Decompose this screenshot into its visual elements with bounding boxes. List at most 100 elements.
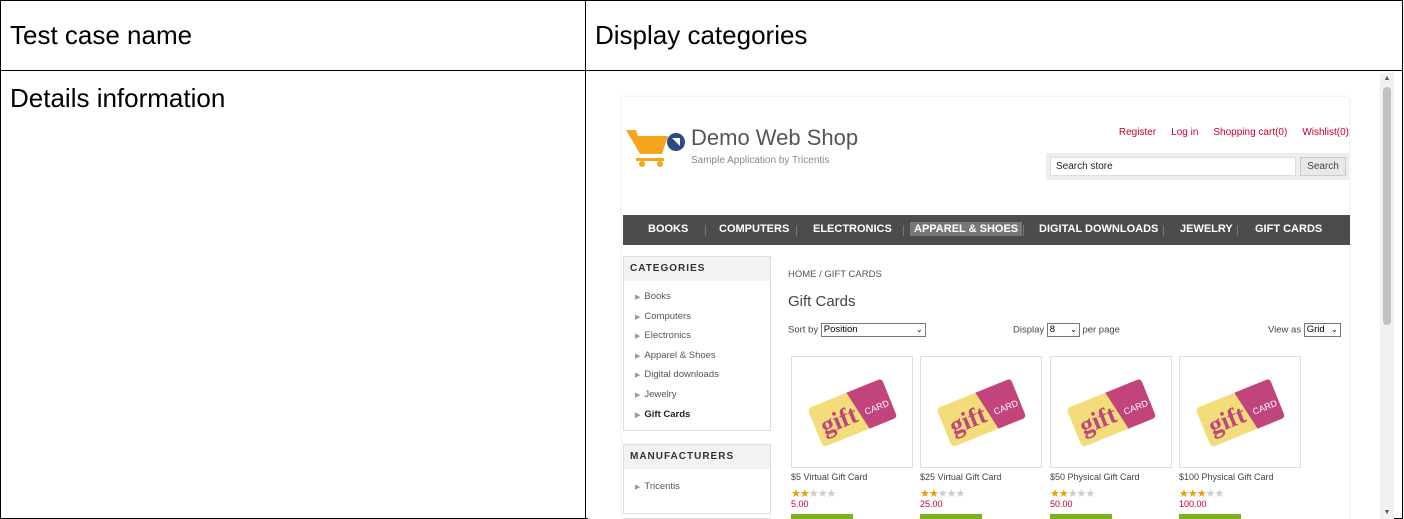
menu-item-computers[interactable]: COMPUTERS: [719, 223, 789, 235]
view-label: View as: [1268, 324, 1302, 336]
gift-card-image: gift CARD: [937, 379, 1026, 447]
product-price: 5.00: [791, 499, 809, 509]
menu-item-digital-downloads[interactable]: DIGITAL DOWNLOADS: [1039, 223, 1158, 235]
category-item-digital-downloads[interactable]: ▶ Digital downloads: [624, 365, 770, 385]
breadcrumb: HOME / GIFT CARDS: [788, 269, 882, 280]
star-icon: ★: [1076, 488, 1087, 500]
header-links: Register Log in Shopping cart(0) Wishlis…: [1119, 127, 1349, 138]
category-item-apparel-shoes[interactable]: ▶ Apparel & Shoes: [624, 346, 770, 366]
product-card[interactable]: gift CARD $100 Physical Gift Card ★★★★★ 100.…: [1179, 356, 1301, 519]
product-card[interactable]: gift CARD $50 Physical Gift Card ★★★★★ 50.00: [1050, 356, 1172, 519]
triangle-right-icon: ▶: [635, 313, 641, 321]
sort-label: Sort by: [788, 324, 819, 336]
product-name[interactable]: $100 Physical Gift Card: [1179, 472, 1301, 482]
product-name[interactable]: $5 Virtual Gift Card: [791, 472, 913, 482]
star-icon: ★: [1205, 488, 1216, 500]
product-image[interactable]: gift CARD: [920, 356, 1042, 468]
product-name[interactable]: $50 Physical Gift Card: [1050, 472, 1172, 482]
menu-separator: [1237, 225, 1238, 236]
per-page-label: per page: [1082, 324, 1120, 336]
chevron-down-icon: ⌄: [916, 325, 923, 334]
category-label: Electronics: [644, 330, 691, 342]
product-image[interactable]: gift CARD: [1179, 356, 1301, 468]
product-image[interactable]: gift CARD: [791, 356, 913, 468]
login-link[interactable]: Log in: [1171, 127, 1198, 138]
scroll-down-icon[interactable]: ▼: [1380, 507, 1394, 519]
menu-separator: [1023, 225, 1024, 236]
product-rating: ★★★★★: [920, 488, 1042, 500]
details-information-label: Details information: [10, 83, 226, 113]
manufacturers-block: MANUFACTURERS ▶ Tricentis: [623, 444, 771, 514]
star-icon: ★: [808, 488, 819, 500]
scrollbar-thumb[interactable]: [1383, 87, 1391, 325]
gift-card-image: gift CARD: [808, 379, 897, 447]
add-to-cart-button[interactable]: [1050, 514, 1112, 519]
categories-title: CATEGORIES: [624, 257, 770, 281]
shop-subtitle: Sample Application by Tricentis: [691, 155, 830, 166]
menu-item-electronics[interactable]: ELECTRONICS: [813, 223, 892, 235]
product-rating: ★★★★★: [1050, 488, 1172, 500]
shop-title[interactable]: Demo Web Shop: [691, 125, 858, 151]
page-title: Gift Cards: [788, 293, 856, 310]
category-label: Gift Cards: [644, 408, 691, 420]
star-icon: ★: [1214, 488, 1225, 500]
menu-item-gift-cards[interactable]: GIFT CARDS: [1255, 223, 1322, 235]
triangle-right-icon: ▶: [635, 372, 641, 380]
shopping-cart-link[interactable]: Shopping cart(0): [1213, 127, 1287, 138]
triangle-right-icon: ▶: [635, 333, 641, 341]
breadcrumb-separator: /: [819, 269, 822, 280]
sort-control: Sort by Position ⌄: [788, 323, 926, 337]
category-item-gift-cards[interactable]: ▶ Gift Cards: [624, 405, 770, 425]
gift-card-image: gift CARD: [1196, 379, 1285, 447]
menu-item-apparel-shoes[interactable]: APPAREL & SHOES: [910, 222, 1023, 236]
add-to-cart-button[interactable]: [1179, 514, 1241, 519]
product-card[interactable]: gift CARD $5 Virtual Gift Card ★★★★★ 5.00: [791, 356, 913, 519]
product-card[interactable]: gift CARD $25 Virtual Gift Card ★★★★★ 25.00: [920, 356, 1042, 519]
manufacturers-list: ▶ Tricentis: [624, 469, 770, 497]
search-input[interactable]: Search store: [1050, 157, 1296, 176]
categories-block: CATEGORIES ▶ Books ▶ Computers ▶ Electronic…: [623, 256, 771, 431]
test-case-name-label: Test case name: [10, 20, 193, 50]
star-icon: ★: [817, 488, 828, 500]
test-case-name-value: Display categories: [595, 20, 808, 50]
triangle-right-icon: ▶: [635, 411, 641, 419]
manufacturer-item-tricentis[interactable]: ▶ Tricentis: [624, 477, 770, 497]
menu-separator: [705, 225, 706, 236]
category-item-electronics[interactable]: ▶ Electronics: [624, 326, 770, 346]
page-size-select[interactable]: 8 ⌄: [1046, 323, 1080, 337]
star-icon: ★: [1085, 488, 1096, 500]
sort-select[interactable]: Position ⌄: [820, 323, 926, 337]
wishlist-link[interactable]: Wishlist(0): [1302, 127, 1349, 138]
menu-item-jewelry[interactable]: JEWELRY: [1180, 223, 1233, 235]
category-item-computers[interactable]: ▶ Computers: [624, 307, 770, 327]
manufacturers-title: MANUFACTURERS: [624, 445, 770, 469]
product-image[interactable]: gift CARD: [1050, 356, 1172, 468]
category-item-books[interactable]: ▶ Books: [624, 287, 770, 307]
menu-item-books[interactable]: BOOKS: [648, 223, 688, 235]
chevron-down-icon: ⌄: [1070, 325, 1077, 334]
view-mode-value: Grid: [1306, 324, 1325, 335]
add-to-cart-button[interactable]: [791, 514, 853, 519]
breadcrumb-home-link[interactable]: HOME: [788, 269, 817, 280]
category-label: Jewelry: [644, 388, 677, 400]
display-control: Display 8 ⌄ per page: [1013, 323, 1120, 337]
view-mode-select[interactable]: Grid ⌄: [1303, 323, 1341, 337]
web-shop-page: Demo Web Shop Sample Application by Tric…: [622, 97, 1350, 519]
product-name[interactable]: $25 Virtual Gift Card: [920, 472, 1042, 482]
scroll-up-icon[interactable]: ▲: [1380, 73, 1394, 85]
page-size-value: 8: [1049, 324, 1056, 335]
star-icon: ★: [946, 488, 957, 500]
register-link[interactable]: Register: [1119, 127, 1156, 138]
chevron-down-icon: ⌄: [1331, 325, 1338, 334]
add-to-cart-button[interactable]: [920, 514, 982, 519]
breadcrumb-current: GIFT CARDS: [824, 269, 882, 280]
menu-separator: [796, 225, 797, 236]
search-bar: Search store Search: [1046, 153, 1349, 180]
vertical-scrollbar[interactable]: ▲ ▼: [1380, 73, 1394, 519]
gift-card-image: gift CARD: [1067, 379, 1156, 447]
search-button[interactable]: Search: [1300, 157, 1346, 176]
triangle-right-icon: ▶: [635, 294, 641, 301]
category-item-jewelry[interactable]: ▶ Jewelry: [624, 385, 770, 405]
triangle-right-icon: ▶: [635, 391, 641, 399]
display-label: Display: [1013, 324, 1045, 336]
